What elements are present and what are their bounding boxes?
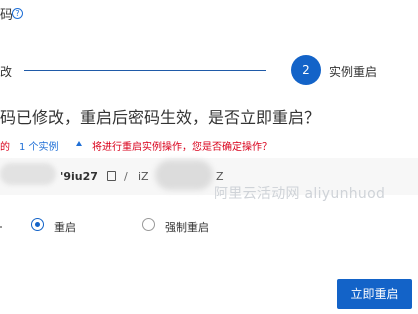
warning-prefix: 的 bbox=[0, 142, 10, 153]
restart-radio-label[interactable]: 重启 bbox=[54, 219, 76, 235]
force-restart-radio[interactable] bbox=[142, 218, 155, 231]
redacted-hostname bbox=[155, 160, 213, 190]
instance-count-link[interactable]: 1 个实例 bbox=[19, 138, 59, 153]
option-marker bbox=[0, 226, 2, 228]
restart-question: 码已修改，重启后密码生效，是否立即重启？ bbox=[0, 108, 321, 127]
caret-up-icon[interactable] bbox=[76, 141, 82, 146]
step1-label: 改 bbox=[0, 65, 13, 79]
step2-label: 实例重启 bbox=[329, 65, 378, 79]
watermark: 阿里云活动网 aliyunhuod bbox=[214, 186, 386, 202]
question-circle-icon[interactable]: ? bbox=[12, 8, 23, 19]
redacted-instance-name bbox=[0, 163, 56, 185]
instance-separator: / bbox=[124, 170, 128, 183]
copy-icon[interactable] bbox=[107, 171, 116, 181]
instance-id: '9iu27 bbox=[60, 170, 98, 183]
instance-host-suffix: Z bbox=[216, 170, 224, 183]
restart-now-button[interactable]: 立即重启 bbox=[337, 279, 412, 309]
restart-radio-selected-dot bbox=[35, 222, 40, 227]
force-restart-radio-label[interactable]: 强制重启 bbox=[165, 219, 209, 235]
warning-text: 将进行重启实例操作，您是否确定操作？ bbox=[92, 142, 272, 153]
instance-host-prefix: iZ bbox=[138, 170, 149, 183]
step2-indicator: 2 bbox=[291, 55, 321, 85]
step-connector bbox=[24, 70, 266, 71]
